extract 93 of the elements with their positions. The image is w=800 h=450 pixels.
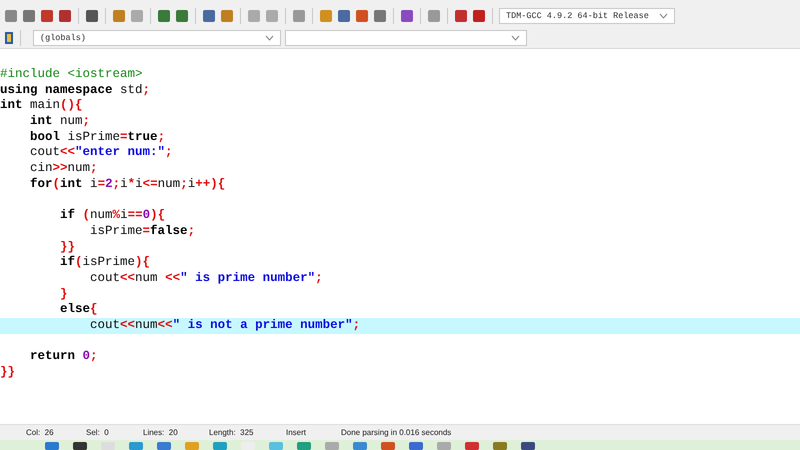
taskbar-app-icon[interactable]	[465, 442, 479, 450]
string-literal: " is not a prime number"	[172, 318, 353, 332]
number-literal: 0	[82, 349, 90, 364]
member-dropdown[interactable]	[285, 30, 527, 46]
operator: ;	[315, 270, 323, 285]
operator: ;	[158, 130, 166, 144]
operator: ){	[150, 208, 166, 222]
number-literal: 0	[142, 208, 150, 222]
operator: ;	[112, 176, 120, 191]
operator: <=	[142, 176, 158, 191]
operator: ;	[188, 224, 196, 238]
chevron-down-icon	[659, 12, 668, 18]
identifier: cout	[89, 318, 120, 332]
operator: ){	[135, 255, 150, 270]
chevron-down-icon	[511, 34, 520, 40]
identifier: isPrime	[82, 255, 136, 270]
status-text: Col: 26	[26, 428, 55, 437]
taskbar-app-icon[interactable]	[409, 442, 423, 450]
string-literal: " is prime number"	[180, 270, 316, 285]
operator: <<	[120, 270, 136, 285]
operator: <<	[120, 318, 136, 332]
status-text: Length: 325	[209, 428, 254, 437]
scope-dropdown[interactable]: (globals)	[33, 30, 281, 46]
operator: ;	[352, 318, 360, 332]
keyword: if	[59, 255, 76, 270]
operator: }}	[0, 365, 16, 380]
keyword: return	[29, 349, 76, 364]
taskbar-app-icon[interactable]	[493, 442, 507, 450]
identifier: cout	[89, 270, 120, 285]
operator: }	[59, 286, 68, 301]
identifier: cout	[29, 145, 60, 160]
identifier: cin	[29, 161, 53, 176]
operator: ;	[82, 114, 90, 128]
keyword: int	[60, 176, 83, 191]
status-text: Lines: 20	[143, 428, 179, 437]
operator: ;	[180, 176, 188, 191]
keyword: true	[128, 130, 158, 144]
operator: {	[90, 302, 98, 316]
keyword: int	[0, 98, 23, 112]
operator: =	[120, 130, 128, 144]
operator: ==	[128, 208, 143, 222]
operator: <<	[165, 270, 180, 285]
identifier: num	[90, 208, 113, 222]
identifier: num	[158, 176, 180, 191]
keyword: int	[29, 114, 53, 128]
keyword: else	[59, 302, 90, 316]
keyword: using namespace	[0, 82, 113, 97]
identifier: i	[120, 208, 128, 222]
chevron-down-icon	[265, 34, 274, 40]
identifier: i	[188, 176, 196, 191]
keyword: false	[150, 224, 188, 238]
identifier: i	[135, 176, 143, 191]
taskbar-app-icon[interactable]	[521, 442, 535, 450]
operator: ;	[90, 161, 98, 176]
operator: <<	[158, 318, 173, 332]
operator: ++){	[195, 176, 226, 191]
operator: (	[75, 255, 83, 270]
operator: ;	[90, 349, 98, 364]
identifier: num	[135, 318, 158, 332]
compiler-dropdown[interactable]: TDM-GCC 4.9.2 64-bit Release	[499, 8, 675, 24]
book-icon[interactable]	[4, 30, 14, 44]
identifier: isPrime	[66, 130, 120, 144]
operator: }}	[59, 240, 76, 254]
identifier: num	[135, 270, 159, 285]
keyword: if	[59, 208, 76, 222]
preprocessor-directive: #include <iostream>	[0, 67, 143, 81]
operator: <<	[60, 145, 76, 160]
operator: *	[128, 176, 136, 191]
identifier: i	[120, 176, 128, 191]
operator: %	[112, 208, 120, 222]
identifier: num	[68, 161, 90, 176]
operator: =	[98, 176, 106, 191]
operator: >>	[52, 161, 68, 176]
keyword: bool	[29, 130, 60, 144]
operator: ;	[142, 82, 150, 97]
number-literal: 2	[105, 176, 113, 191]
taskbar-app-icon[interactable]	[45, 442, 59, 450]
operator: =	[142, 224, 150, 238]
identifier: num	[59, 114, 83, 128]
identifier: i	[89, 176, 98, 191]
operator: (){	[60, 98, 83, 112]
identifier: isPrime	[89, 224, 143, 238]
identifier: std	[119, 82, 143, 97]
status-text: Done parsing in 0.016 seconds	[341, 428, 452, 437]
operator: (	[82, 208, 90, 222]
keyword: for	[29, 176, 53, 191]
taskbar-app-icon[interactable]	[73, 442, 87, 450]
identifier: main	[29, 98, 60, 112]
string-literal: "enter num:"	[75, 145, 166, 160]
status-text: Insert	[286, 428, 308, 437]
operator: (	[52, 176, 60, 191]
operator: ;	[165, 145, 173, 160]
status-text: Sel: 0	[86, 428, 110, 437]
